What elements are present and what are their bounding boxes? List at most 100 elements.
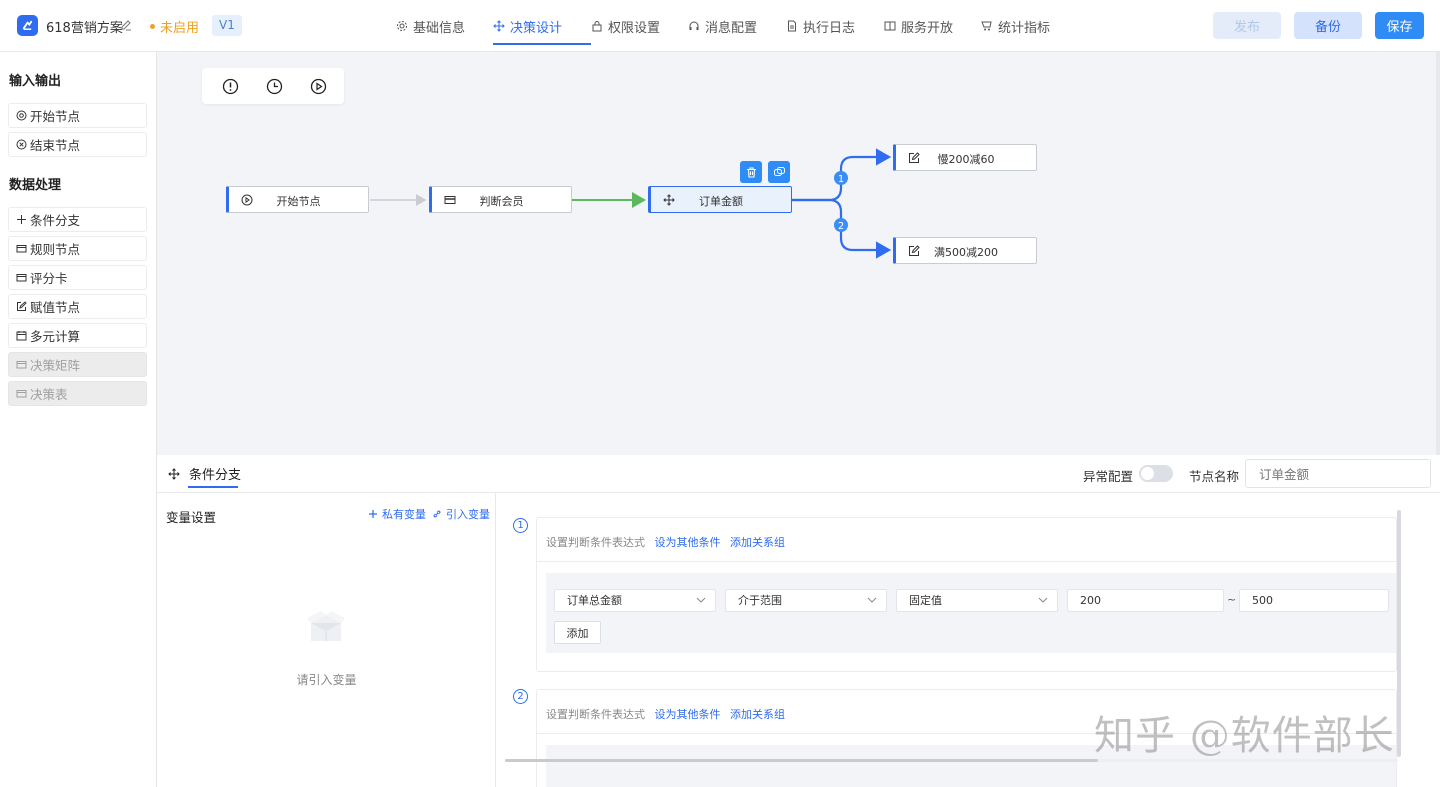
tab-statistics[interactable]: 统计指标 — [981, 0, 1071, 52]
min-value-input[interactable]: 200 — [1067, 589, 1224, 612]
tab-execution-log[interactable]: 执行日志 — [786, 0, 884, 52]
node-label: 满500减200 — [934, 246, 998, 259]
import-variable-link[interactable]: 引入变量 — [432, 506, 490, 522]
palette-item-rule-node[interactable]: 规则节点 — [8, 236, 147, 261]
condition-number-badge: 1 — [513, 518, 528, 533]
section-title-data: 数据处理 — [9, 178, 62, 193]
status-dot — [150, 24, 155, 29]
palette-item-scorecard[interactable]: 评分卡 — [8, 265, 147, 290]
node-name-input[interactable] — [1245, 459, 1431, 488]
condition-expression-row — [546, 745, 1396, 787]
value-type-select[interactable]: 固定值 — [896, 589, 1058, 612]
headset-icon — [689, 21, 699, 30]
link-label: 私有变量 — [382, 508, 426, 521]
branch-number-text: 2 — [838, 221, 844, 232]
node-config-header: 条件分支 异常配置 节点名称 — [157, 455, 1440, 493]
publish-button[interactable]: 发布 — [1213, 12, 1281, 39]
empty-box-icon — [307, 611, 345, 641]
flow-node-branch-1[interactable]: 慢200减60 — [893, 144, 1037, 171]
tab-service-open[interactable]: 服务开放 — [884, 0, 981, 52]
add-condition-button[interactable]: 添加 — [554, 621, 601, 644]
delete-node-icon[interactable] — [740, 161, 762, 183]
tab-permissions[interactable]: 权限设置 — [591, 0, 688, 52]
palette-item-label: 评分卡 — [30, 271, 68, 286]
edit-pencil-icon[interactable] — [120, 19, 132, 31]
palette-item-start-node[interactable]: 开始节点 — [8, 103, 147, 128]
conditions-area: 1 设置判断条件表达式 设为其他条件 添加关系组 订单总金额 介于范围 固定值 … — [497, 493, 1440, 787]
tab-label: 统计指标 — [998, 20, 1051, 36]
node-label: 慢200减60 — [937, 153, 995, 166]
palette-item-label: 结束节点 — [30, 138, 81, 153]
add-relation-group-link[interactable]: 添加关系组 — [730, 536, 785, 549]
palette-item-multi-calc[interactable]: 多元计算 — [8, 323, 147, 348]
backup-button[interactable]: 备份 — [1294, 12, 1362, 39]
gear-icon — [397, 21, 407, 31]
flow-node-judge-member[interactable]: 判断会员 — [429, 186, 572, 213]
move-icon — [168, 467, 180, 480]
save-button[interactable]: 保存 — [1375, 12, 1424, 39]
tab-message-config[interactable]: 消息配置 — [688, 0, 786, 52]
select-value: 订单总金额 — [567, 594, 622, 607]
chevron-down-icon — [867, 597, 877, 603]
palette-item-label: 赋值节点 — [30, 300, 81, 315]
condition-header: 设置判断条件表达式 设为其他条件 添加关系组 — [546, 706, 785, 722]
palette-item-label: 多元计算 — [30, 329, 81, 344]
copy-node-icon[interactable] — [768, 161, 790, 183]
exception-config-toggle[interactable] — [1139, 465, 1173, 482]
add-private-variable-link[interactable]: 私有变量 — [368, 506, 426, 522]
flow-node-branch-2[interactable]: 满500减200 — [893, 237, 1037, 264]
palette-item-decision-table: 决策表 — [8, 381, 147, 406]
exception-config-label: 异常配置 — [1083, 469, 1134, 484]
card-icon — [16, 274, 27, 282]
chevron-down-icon — [1038, 597, 1048, 603]
node-name-label: 节点名称 — [1189, 469, 1240, 484]
tab-decision-design[interactable]: 决策设计 — [493, 0, 591, 52]
conditions-vertical-scrollbar[interactable] — [1397, 510, 1401, 757]
palette-item-label: 决策矩阵 — [30, 358, 81, 373]
max-value-input[interactable]: 500 — [1239, 589, 1389, 612]
book-icon — [884, 21, 896, 31]
status-text: 未启用 — [160, 21, 200, 36]
version-badge: V1 — [212, 15, 242, 36]
card-icon — [16, 245, 27, 253]
select-value: 介于范围 — [738, 594, 782, 607]
set-other-condition-link[interactable]: 设为其他条件 — [655, 536, 721, 549]
palette-item-label: 决策表 — [30, 387, 68, 402]
condition-header-text: 设置判断条件表达式 — [546, 536, 645, 549]
section-title-io: 输入输出 — [9, 74, 62, 89]
operator-select[interactable]: 介于范围 — [725, 589, 887, 612]
palette-item-label: 规则节点 — [30, 242, 81, 257]
condition-header: 设置判断条件表达式 设为其他条件 添加关系组 — [546, 534, 785, 550]
condition-group-1: 设置判断条件表达式 设为其他条件 添加关系组 订单总金额 介于范围 固定值 20… — [536, 517, 1397, 672]
select-value: 固定值 — [909, 594, 942, 607]
set-other-condition-link[interactable]: 设为其他条件 — [655, 708, 721, 721]
flow-node-order-amount[interactable]: 订单金额 — [648, 186, 792, 213]
node-label: 开始节点 — [276, 195, 321, 208]
cart-icon — [981, 21, 992, 31]
flow-edges: 1 2 — [370, 148, 892, 259]
add-relation-group-link[interactable]: 添加关系组 — [730, 708, 785, 721]
palette-item-decision-matrix: 决策矩阵 — [8, 352, 147, 377]
node-palette-sidebar: 输入输出 开始节点 结束节点 数据处理 条件分支 规则节点 评分卡 赋值节点 多… — [0, 52, 157, 787]
node-label: 订单金额 — [699, 195, 743, 208]
field-select[interactable]: 订单总金额 — [554, 589, 716, 612]
tab-basic-info[interactable]: 基础信息 — [396, 0, 493, 52]
tab-label: 执行日志 — [803, 20, 856, 36]
palette-item-assign-node[interactable]: 赋值节点 — [8, 294, 147, 319]
palette-item-end-node[interactable]: 结束节点 — [8, 132, 147, 157]
edit-square-icon — [17, 301, 27, 311]
divider — [537, 733, 1396, 734]
empty-state-text: 请引入变量 — [296, 673, 357, 687]
top-header: 618营销方案 未启用 V1 基础信息 决策设计 权限设置 消息配置 执行日志 … — [0, 0, 1440, 52]
flow-node-start[interactable]: 开始节点 — [226, 186, 369, 213]
palette-item-condition-branch[interactable]: 条件分支 — [8, 207, 147, 232]
conditions-horizontal-scrollbar[interactable] — [505, 759, 1098, 762]
condition-header-text: 设置判断条件表达式 — [546, 708, 645, 721]
variable-settings-panel: 变量设置 私有变量 引入变量 请引入变量 — [157, 493, 496, 787]
link-icon — [433, 510, 441, 518]
flow-canvas[interactable]: 1 2 开始节点 判断会员 订单金额 慢200减60 满500减200 — [157, 52, 1440, 455]
status-badge: 未启用 — [150, 17, 199, 36]
tab-label: 决策设计 — [510, 20, 563, 36]
chevron-down-icon — [696, 597, 706, 603]
tab-label: 基础信息 — [413, 20, 466, 36]
